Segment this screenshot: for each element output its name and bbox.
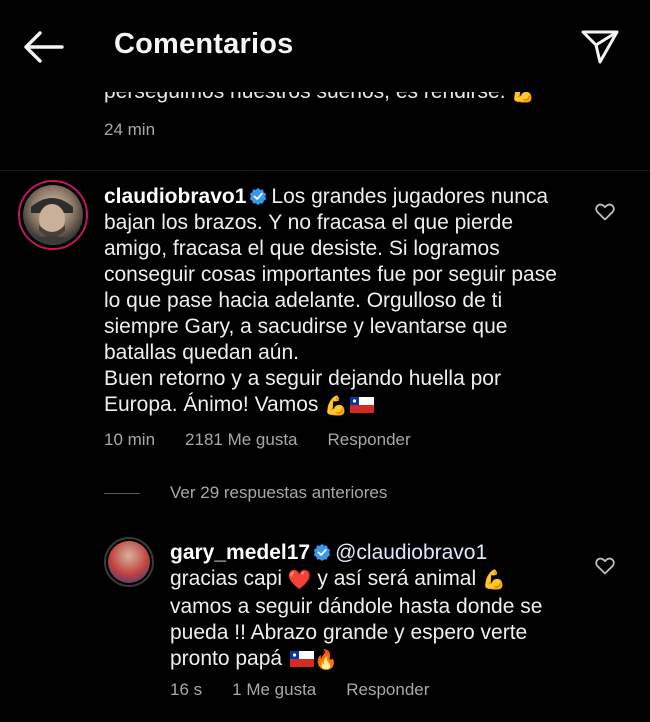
muscle-emoji: 💪 [482,570,506,591]
divider [0,170,650,171]
header-bar: Comentarios [0,0,650,92]
chile-flag-icon [349,397,374,413]
view-replies-button[interactable]: Ver 29 respuestas anteriores [104,483,387,503]
muscle-emoji: 💪 [324,396,348,417]
reply-button[interactable]: Responder [328,430,411,449]
arrow-left-icon [24,31,64,63]
heart-emoji: ❤️ [287,570,312,591]
previous-comment-meta: 24 min [104,120,155,140]
reply-time: 16 s [170,680,203,699]
verified-badge-icon [313,543,331,561]
mention-link[interactable]: @claudiobravo1 [335,541,487,564]
avatar-portrait [27,198,77,243]
share-button[interactable] [580,28,620,66]
like-button[interactable] [595,557,615,575]
reply-meta: 16 s 1 Me gusta Responder [170,680,429,700]
fire-emoji: 🔥 [313,650,338,671]
verified-badge-icon [250,187,267,205]
comment-username[interactable]: claudiobravo1 [104,185,246,208]
reply-username[interactable]: gary_medel17 [170,541,310,564]
page-title: Comentarios [114,28,294,60]
avatar-claudiobravo1[interactable] [18,180,88,250]
avatar-gary-medel17[interactable] [104,537,154,587]
comment-likes[interactable]: 2181 Me gusta [185,430,297,449]
reply-gary-medel17: gary_medel17 @claudiobravo1 gracias capi … [170,540,570,674]
heart-icon [595,203,615,221]
like-button[interactable] [595,203,615,221]
reply-button[interactable]: Responder [346,680,429,699]
chile-flag-icon [289,651,314,667]
back-button[interactable] [22,30,64,64]
comment-time: 10 min [104,430,156,449]
avatar-image [23,185,83,245]
view-replies-label: Ver 29 respuestas anteriores [170,483,388,502]
reply-text-part2: y así será animal [317,567,477,590]
reply-likes[interactable]: 1 Me gusta [232,680,316,699]
reply-text-part1: gracias capi [170,567,283,590]
previous-comment-time: 24 min [104,120,156,139]
paper-plane-icon [581,30,619,64]
comment-claudiobravo1: claudiobravo1 Los grandes jugadores nunca… [104,184,574,420]
divider [104,493,140,495]
reply-text-part3: vamos a seguir dándole hasta donde se pu… [170,595,543,670]
comment-body: Los grandes jugadores nunca bajan los br… [104,185,557,416]
avatar-image [108,541,150,583]
comment-meta: 10 min 2181 Me gusta Responder [104,430,411,450]
heart-icon [595,557,615,575]
